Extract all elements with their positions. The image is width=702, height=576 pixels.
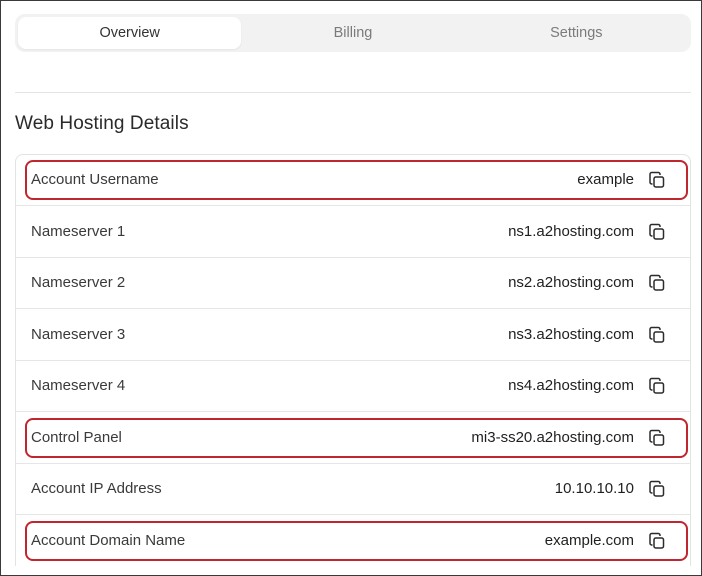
copy-button[interactable] [648,429,666,447]
copy-button[interactable] [648,480,666,498]
tab-settings[interactable]: Settings [465,17,688,49]
tab-overview[interactable]: Overview [18,17,242,49]
copy-button[interactable] [648,532,666,550]
detail-label: Nameserver 3 [31,325,126,343]
copy-icon [648,377,666,395]
copy-button[interactable] [648,171,666,189]
details-list: Account Username example Nameserver 1 ns1.a… [15,154,691,566]
copy-button[interactable] [648,274,666,292]
detail-label: Nameserver 1 [31,222,126,240]
detail-row: Account Username example [16,155,690,206]
copy-icon [648,326,666,344]
copy-button[interactable] [648,326,666,344]
detail-row: Nameserver 2 ns2.a2hosting.com [16,258,690,309]
section-title: Web Hosting Details [15,113,189,134]
detail-row: Nameserver 1 ns1.a2hosting.com [16,207,690,258]
tab-billing[interactable]: Billing [241,17,464,49]
detail-value: ns4.a2hosting.com [508,377,634,394]
copy-button[interactable] [648,377,666,395]
tab-bar: Overview Billing Settings [15,14,691,52]
detail-value: 10.10.10.10 [554,480,634,497]
copy-icon [648,274,666,292]
detail-label: Nameserver 4 [31,377,126,394]
detail-value: example [577,171,634,188]
detail-value: ns2.a2hosting.com [508,274,634,291]
divider [15,92,691,93]
detail-label: Control Panel [31,428,122,446]
detail-label: Nameserver 2 [31,274,126,291]
copy-icon [648,171,666,189]
copy-icon [648,480,666,498]
detail-row: Nameserver 4 ns4.a2hosting.com [16,361,690,412]
detail-row: Nameserver 3 ns3.a2hosting.com [16,310,690,361]
detail-row: Control Panel mi3-ss20.a2hosting.com [16,413,690,464]
detail-row: Account IP Address 10.10.10.10 [16,464,690,515]
detail-row: Account Domain Name example.com [16,516,690,567]
detail-value: ns1.a2hosting.com [508,222,634,240]
detail-label: Account IP Address [31,480,162,497]
hosting-details-panel: Overview Billing Settings Web Hosting De… [0,0,702,576]
copy-icon [648,429,666,447]
detail-label: Account Username [31,171,159,188]
detail-value: example.com [544,531,634,549]
detail-label: Account Domain Name [31,531,186,549]
copy-button[interactable] [648,223,666,241]
copy-icon [648,223,666,241]
copy-icon [648,532,666,550]
detail-value: ns3.a2hosting.com [508,325,634,343]
detail-value: mi3-ss20.a2hosting.com [471,428,634,446]
